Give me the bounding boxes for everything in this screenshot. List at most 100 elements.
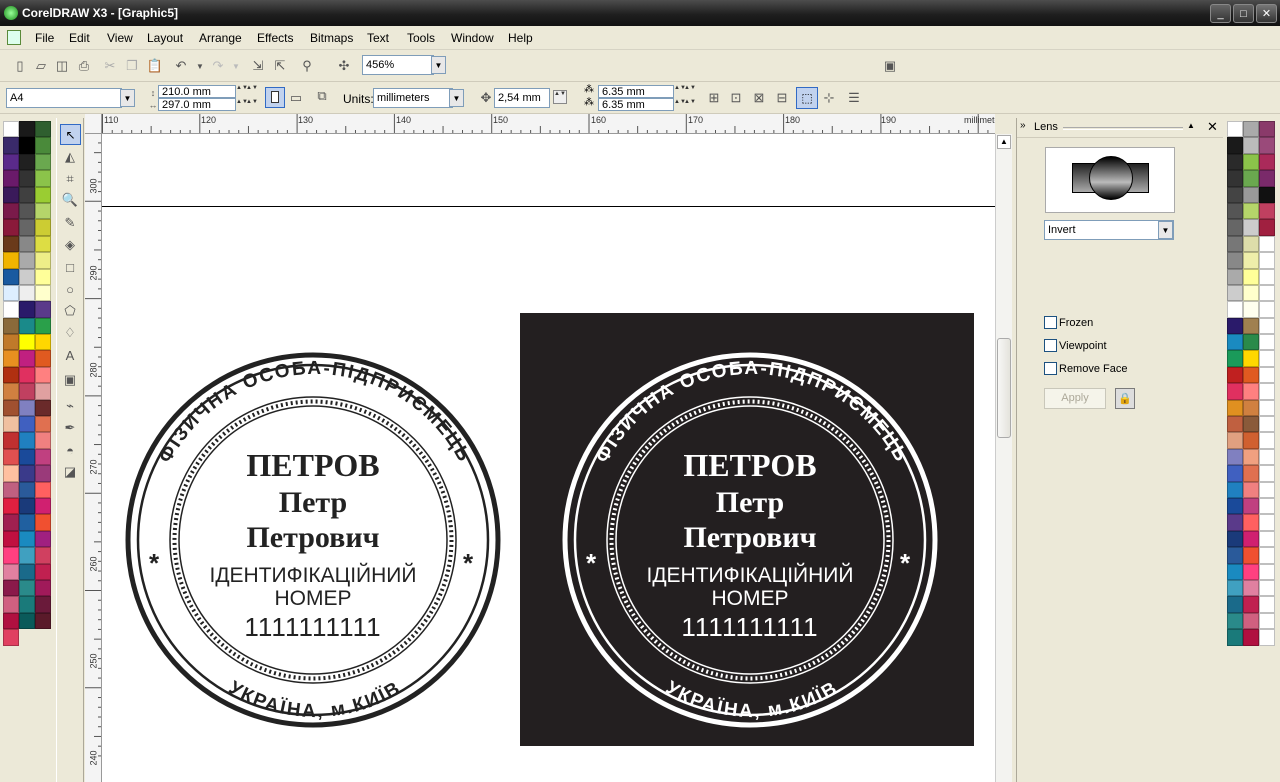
scrollbar-thumb[interactable] [997,338,1011,438]
color-swatch[interactable] [1227,235,1243,253]
color-swatch[interactable] [3,416,19,433]
color-swatch[interactable] [19,448,35,466]
stamp-black-on-white[interactable]: ФІЗИЧНА ОСОБА-ПІДПРИЄМЕЦЬ УКРАЇНА, м.КИЇ… [125,352,501,728]
menu-arrange[interactable]: Arrange [199,31,242,45]
zoom-dropdown-icon[interactable]: ▼ [431,56,446,74]
color-swatch[interactable] [1259,219,1275,236]
color-swatch[interactable] [3,301,19,318]
color-swatch[interactable] [1259,301,1275,318]
color-swatch[interactable] [35,186,51,203]
paste-icon[interactable]: 📋 [147,58,163,74]
color-swatch[interactable] [1227,497,1243,515]
color-swatch[interactable] [1227,252,1243,269]
dup-y-spinner[interactable]: ▲▼ [674,99,686,105]
color-swatch[interactable] [3,235,19,253]
color-swatch[interactable] [3,497,19,515]
color-swatch[interactable] [1227,514,1243,531]
new-icon[interactable]: ▯ [12,58,28,74]
color-swatch[interactable] [19,252,35,269]
scroll-up-icon[interactable]: ▲ [997,135,1011,149]
color-swatch[interactable] [1243,252,1259,269]
print-icon[interactable]: ⎙ [76,58,92,74]
color-swatch[interactable] [19,170,35,187]
color-swatch[interactable] [3,366,19,384]
menu-layout[interactable]: Layout [147,31,183,45]
color-swatch[interactable] [19,137,35,154]
color-swatch[interactable] [1227,612,1243,630]
color-swatch[interactable] [1259,596,1275,613]
color-swatch[interactable] [19,399,35,417]
color-swatch[interactable] [19,153,35,171]
color-swatch[interactable] [1259,612,1275,630]
color-swatch[interactable] [1259,137,1275,154]
apply-button[interactable]: Apply [1044,388,1106,409]
color-swatch[interactable] [1243,497,1259,515]
color-swatch[interactable] [1259,202,1275,220]
vertical-ruler[interactable]: 300 290 280 270 260 250 240 [85,134,102,782]
maximize-button[interactable]: □ [1233,4,1254,23]
nudge-distance-field[interactable]: 2,54 mm [494,88,550,108]
color-swatch[interactable] [1259,383,1275,400]
color-swatch[interactable] [35,465,51,482]
color-swatch[interactable] [19,350,35,367]
height-spinner-2[interactable]: ▲▼ [246,99,258,105]
color-swatch[interactable] [35,137,51,154]
text-tool-icon[interactable]: A [62,347,78,363]
color-swatch[interactable] [3,596,19,613]
color-swatch[interactable] [19,416,35,433]
docker-grip[interactable] [1063,127,1183,130]
shape-tool-icon[interactable]: ◭ [62,149,78,165]
paper-type-dropdown-icon[interactable]: ▼ [120,89,135,107]
color-swatch[interactable] [1227,432,1243,449]
color-swatch[interactable] [1227,596,1243,613]
color-swatch[interactable] [1259,186,1275,203]
color-swatch[interactable] [3,350,19,367]
paper-type-field[interactable]: A4 [6,88,122,108]
color-swatch[interactable] [35,563,51,580]
color-swatch[interactable] [35,497,51,515]
color-swatch[interactable] [3,432,19,449]
color-swatch[interactable] [1243,153,1259,171]
color-swatch[interactable] [1259,399,1275,417]
color-swatch[interactable] [19,514,35,531]
color-swatch[interactable] [1259,416,1275,433]
color-swatch[interactable] [35,219,51,236]
color-swatch[interactable] [1243,547,1259,564]
color-swatch[interactable] [1227,563,1243,580]
landscape-icon[interactable]: ▭ [288,90,304,106]
color-swatch[interactable] [35,350,51,367]
color-swatch[interactable] [19,366,35,384]
color-swatch[interactable] [3,268,19,285]
color-swatch[interactable] [19,317,35,335]
ruler-origin[interactable] [85,114,102,134]
paper-height-field[interactable]: 297.0 mm [158,98,236,111]
horizontal-ruler[interactable]: 110 120 130 140 150 160 170 180 190 mill… [102,114,995,134]
color-swatch[interactable] [3,465,19,482]
export-icon[interactable]: ⇱ [272,58,288,74]
interactive-fill-tool-icon[interactable]: ◪ [62,464,78,480]
menu-tools[interactable]: Tools [407,31,435,45]
nudge-spinner[interactable]: ▲▼ [553,90,567,104]
color-swatch[interactable] [19,186,35,203]
crop-tool-icon[interactable]: ⌗ [62,171,78,187]
color-swatch[interactable] [1259,284,1275,302]
color-swatch[interactable] [1227,350,1243,367]
color-swatch[interactable] [19,481,35,498]
duplicate-x-field[interactable]: 6.35 mm [598,85,674,98]
color-swatch[interactable] [1259,579,1275,597]
color-swatch[interactable] [35,235,51,253]
cut-icon[interactable]: ✂ [102,58,118,74]
import-icon[interactable]: ⇲ [250,58,266,74]
undo-dropdown-icon[interactable]: ▼ [192,58,208,74]
menu-text[interactable]: Text [367,31,389,45]
color-swatch[interactable] [1243,121,1259,138]
rectangle-tool-icon[interactable]: □ [62,259,78,275]
duplicate-y-field[interactable]: 6.35 mm [598,98,674,111]
color-swatch[interactable] [1243,399,1259,417]
units-dropdown-icon[interactable]: ▼ [449,89,464,107]
color-swatch[interactable] [1259,465,1275,482]
color-swatch[interactable] [1227,137,1243,154]
color-swatch[interactable] [19,596,35,613]
color-swatch[interactable] [35,530,51,548]
stamp-inverted-lens[interactable]: ФІЗИЧНА ОСОБА-ПІДПРИЄМЕЦЬ УКРАЇНА, м.КИЇ… [520,313,974,746]
